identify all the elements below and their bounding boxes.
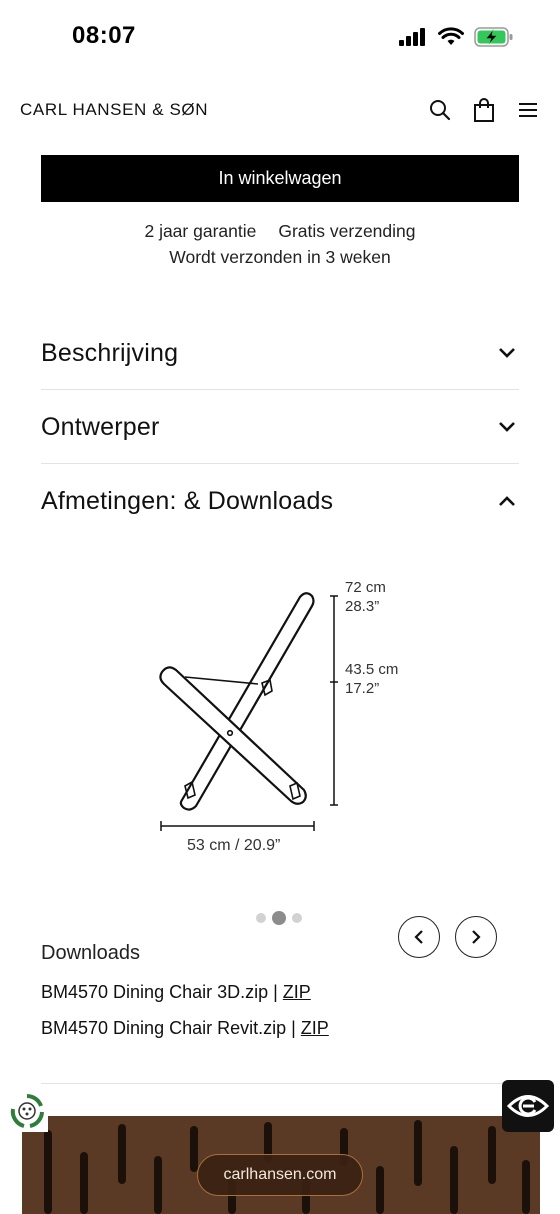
download-zip-link[interactable]: ZIP — [283, 982, 311, 1002]
battery-charging-icon — [474, 27, 513, 47]
shopping-bag-icon[interactable] — [470, 96, 498, 124]
wifi-icon — [438, 27, 464, 45]
accordion-afmetingen[interactable]: Afmetingen: & Downloads — [41, 464, 519, 538]
site-header: CARL HANSEN & SØN — [0, 86, 560, 134]
dimension-seat-inch: 17.2” — [345, 680, 380, 697]
download-row: BM4570 Dining Chair Revit.zip | ZIP — [41, 1018, 329, 1039]
warranty-text: 2 jaar garantie — [144, 221, 257, 241]
status-bar: 08:07 — [0, 0, 560, 76]
accessibility-button[interactable] — [502, 1080, 554, 1132]
search-icon[interactable] — [426, 96, 454, 124]
status-icons — [398, 26, 514, 48]
accordion-title: Beschrijving — [41, 338, 179, 367]
dimension-total-height: 72 cm 28.3” — [345, 578, 386, 616]
recycle-icon — [10, 1094, 44, 1128]
dimension-height-inch: 28.3” — [345, 598, 380, 615]
chevron-up-icon — [495, 489, 519, 513]
download-row: BM4570 Dining Chair 3D.zip | ZIP — [41, 982, 311, 1003]
dimension-height-cm: 72 cm — [345, 579, 386, 596]
shipping-text: Gratis verzending — [278, 221, 416, 241]
accordion-ontwerper[interactable]: Ontwerper — [41, 390, 519, 464]
download-zip-link[interactable]: ZIP — [301, 1018, 329, 1038]
download-file-name: BM4570 Dining Chair 3D.zip — [41, 982, 269, 1002]
carousel-dots — [256, 911, 302, 925]
downloads-heading: Downloads — [41, 942, 140, 964]
menu-icon[interactable] — [514, 96, 542, 124]
carousel-dot-active[interactable] — [272, 911, 286, 925]
status-time: 08:07 — [72, 22, 136, 49]
divider — [41, 1083, 519, 1084]
carousel-next-button[interactable] — [455, 916, 497, 958]
eye-icon — [506, 1095, 550, 1117]
download-separator: | — [286, 1018, 301, 1038]
carousel-prev-button[interactable] — [398, 916, 440, 958]
recycle-badge[interactable] — [6, 1090, 48, 1132]
chevron-left-icon — [414, 930, 423, 944]
download-separator: | — [268, 982, 283, 1002]
delivery-text: Wordt verzonden in 3 weken — [169, 247, 391, 267]
accordion-title: Afmetingen: & Downloads — [41, 486, 334, 515]
chevron-down-icon — [495, 341, 519, 365]
accordion-title: Ontwerper — [41, 412, 160, 441]
usp-line-1: 2 jaar garantie Gratis verzending — [0, 221, 560, 242]
brand-logo[interactable]: CARL HANSEN & SØN — [20, 100, 208, 120]
signal-icon — [399, 28, 425, 46]
carousel-dot[interactable] — [256, 913, 266, 923]
dimension-seat-cm: 43.5 cm — [345, 661, 399, 678]
dimension-seat-height: 43.5 cm 17.2” — [345, 660, 398, 698]
carousel-dot[interactable] — [292, 913, 302, 923]
site-url-pill[interactable]: carlhansen.com — [197, 1154, 363, 1196]
download-file-name: BM4570 Dining Chair Revit.zip — [41, 1018, 287, 1038]
dimension-width: 53 cm / 20.9” — [187, 837, 281, 854]
add-to-cart-button[interactable]: In winkelwagen — [41, 155, 519, 202]
chevron-down-icon — [495, 415, 519, 439]
accordion-beschrijving[interactable]: Beschrijving — [41, 316, 519, 390]
chevron-right-icon — [472, 930, 481, 944]
